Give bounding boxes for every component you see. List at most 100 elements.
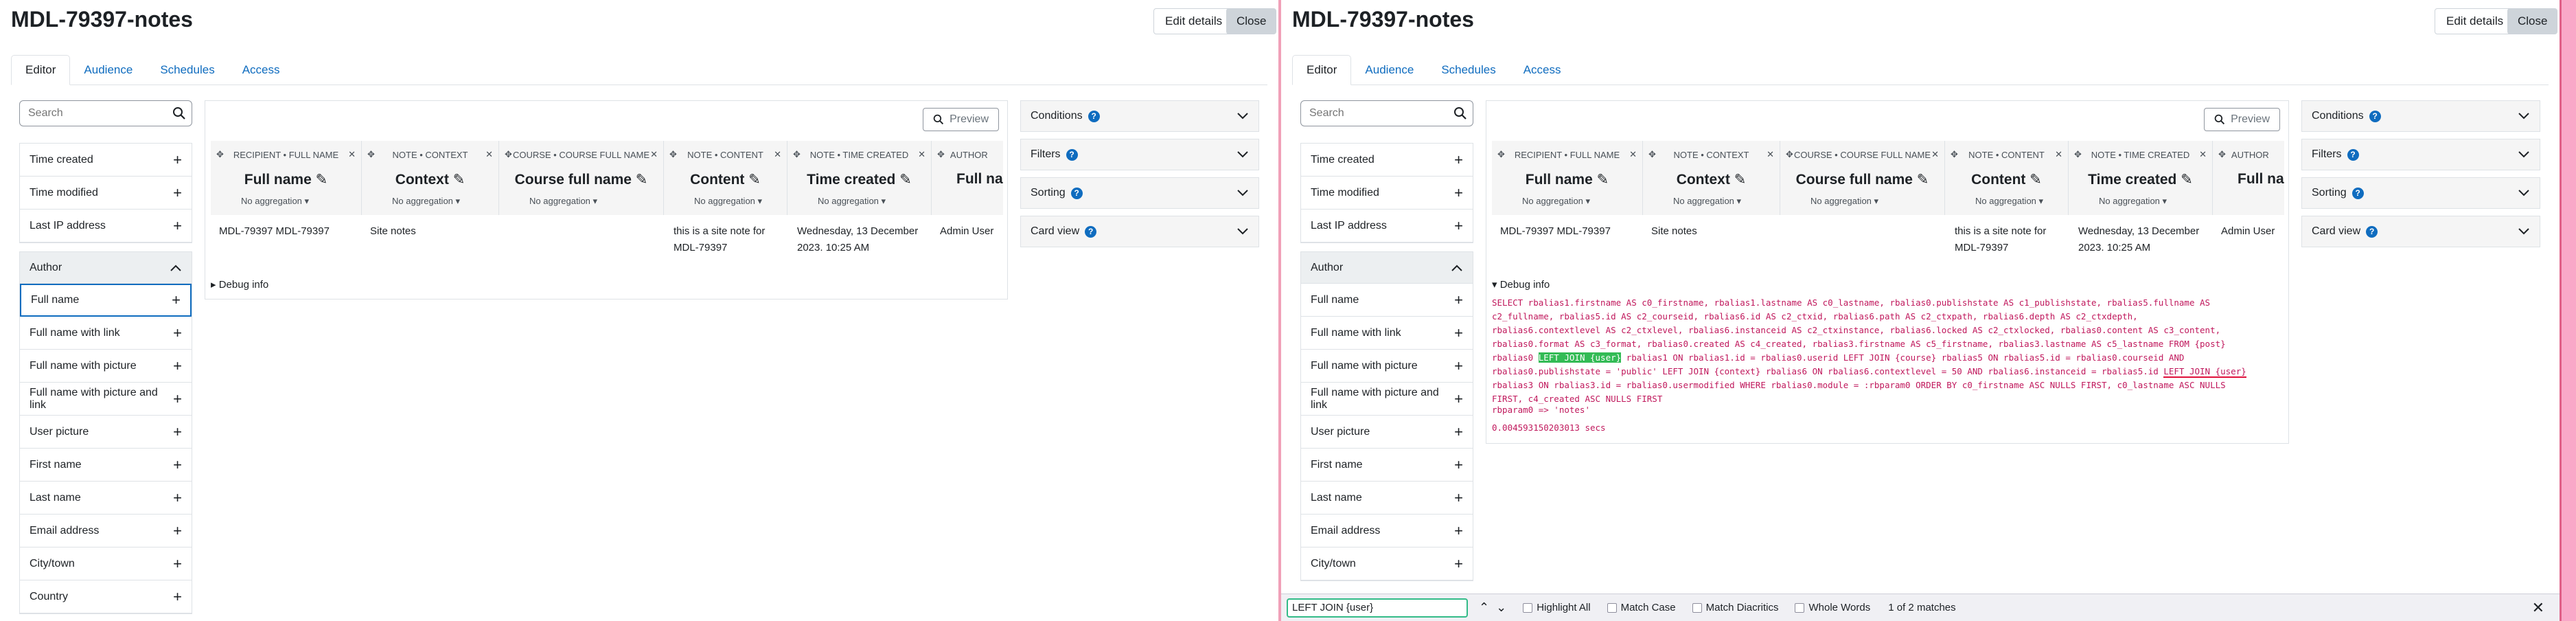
remove-column-icon[interactable]: ✕ [774, 149, 781, 160]
panel-sorting[interactable]: Sorting? [1020, 177, 1259, 209]
plus-icon[interactable]: + [173, 588, 182, 606]
edit-details-button[interactable]: Edit details [1153, 8, 1234, 34]
move-icon[interactable]: ✥ [937, 149, 945, 160]
column-header[interactable]: ✥ NOTE • CONTENT ✕ Content ✎ No aggregatio… [1945, 141, 2069, 215]
edit-details-button[interactable]: Edit details [2435, 8, 2516, 34]
plus-icon[interactable]: + [1454, 324, 1463, 342]
edit-pencil-icon[interactable]: ✎ [316, 172, 328, 188]
column-header[interactable]: ✥ RECIPIENT • FULL NAME ✕ Full name ✎ No a… [1492, 141, 1643, 215]
help-icon[interactable]: ? [1070, 187, 1083, 199]
plus-icon[interactable]: + [173, 456, 182, 474]
aggregation-select[interactable]: No aggregation ▾ [1975, 196, 2043, 207]
help-icon[interactable]: ? [2351, 187, 2364, 199]
tab-schedules[interactable]: Schedules [1427, 55, 1509, 85]
tab-audience[interactable]: Audience [1351, 55, 1427, 85]
aggregation-select[interactable]: No aggregation ▾ [2099, 196, 2167, 207]
field-city[interactable]: City/town + [1301, 547, 1473, 580]
plus-icon[interactable]: + [1454, 390, 1463, 408]
panel-card-view[interactable]: Card view? [2301, 216, 2540, 247]
group-header-author[interactable]: Author [20, 252, 192, 284]
field-full-name-link[interactable]: Full name with link + [20, 317, 192, 350]
find-previous-icon[interactable]: ⌃ [1479, 600, 1489, 615]
field-full-name[interactable]: Full name + [20, 284, 192, 317]
help-icon[interactable]: ? [1088, 110, 1100, 122]
plus-icon[interactable]: + [1454, 217, 1463, 235]
edit-pencil-icon[interactable]: ✎ [2181, 172, 2193, 188]
plus-icon[interactable]: + [173, 522, 182, 540]
plus-icon[interactable]: + [173, 489, 182, 507]
plus-icon[interactable]: + [173, 324, 182, 342]
find-input[interactable] [1287, 598, 1468, 618]
plus-icon[interactable]: + [1454, 357, 1463, 375]
move-icon[interactable]: ✥ [2074, 149, 2082, 160]
edit-pencil-icon[interactable]: ✎ [1597, 172, 1609, 188]
edit-pencil-icon[interactable]: ✎ [1734, 172, 1747, 188]
tab-schedules[interactable]: Schedules [146, 55, 228, 85]
group-header-author[interactable]: Author [1301, 252, 1473, 284]
field-first-name[interactable]: First name + [20, 449, 192, 482]
tab-editor[interactable]: Editor [1292, 55, 1352, 85]
plus-icon[interactable]: + [1454, 151, 1463, 169]
column-header[interactable]: ✥ COURSE • COURSE FULL NAME ✕ Course full … [499, 141, 664, 215]
panel-filters[interactable]: Filters? [2301, 139, 2540, 170]
plus-icon[interactable]: + [1454, 291, 1463, 309]
plus-icon[interactable]: + [1454, 423, 1463, 441]
field-user-picture[interactable]: User picture + [1301, 416, 1473, 449]
column-header[interactable]: ✥ COURSE • COURSE FULL NAME ✕ Course full … [1780, 141, 1945, 215]
match-case-checkbox[interactable]: Match Case [1607, 602, 1676, 613]
remove-column-icon[interactable]: ✕ [2199, 149, 2207, 160]
field-full-name-link[interactable]: Full name with link + [1301, 317, 1473, 350]
move-icon[interactable]: ✥ [1648, 149, 1656, 160]
field-time-created[interactable]: Time created + [20, 144, 192, 177]
tab-access[interactable]: Access [229, 55, 294, 85]
close-button[interactable]: Close [2507, 8, 2558, 34]
field-first-name[interactable]: First name + [1301, 449, 1473, 482]
move-icon[interactable]: ✥ [1497, 149, 1505, 160]
panel-filters[interactable]: Filters? [1020, 139, 1259, 170]
plus-icon[interactable]: + [173, 151, 182, 169]
field-full-name-picture-link[interactable]: Full name with picture and link + [1301, 383, 1473, 416]
remove-column-icon[interactable]: ✕ [485, 149, 493, 160]
field-last-name[interactable]: Last name + [1301, 482, 1473, 515]
match-diacritics-checkbox[interactable]: Match Diacritics [1692, 602, 1778, 613]
field-last-ip[interactable]: Last IP address + [1301, 210, 1473, 242]
plus-icon[interactable]: + [173, 555, 182, 573]
move-icon[interactable]: ✥ [367, 149, 375, 160]
aggregation-select[interactable]: No aggregation ▾ [694, 196, 762, 207]
field-country[interactable]: Country + [20, 580, 192, 613]
aggregation-select[interactable]: No aggregation ▾ [1673, 196, 1741, 207]
edit-pencil-icon[interactable]: ✎ [453, 172, 465, 188]
close-icon[interactable]: ✕ [2532, 599, 2544, 617]
edit-pencil-icon[interactable]: ✎ [2029, 172, 2042, 188]
aggregation-select[interactable]: No aggregation ▾ [529, 196, 597, 207]
field-full-name-picture-link[interactable]: Full name with picture and link + [20, 383, 192, 416]
move-icon[interactable]: ✥ [505, 149, 512, 160]
edit-pencil-icon[interactable]: ✎ [899, 172, 912, 188]
field-last-ip[interactable]: Last IP address + [20, 210, 192, 242]
remove-column-icon[interactable]: ✕ [1767, 149, 1774, 160]
aggregation-select[interactable]: No aggregation ▾ [818, 196, 886, 207]
move-icon[interactable]: ✥ [1951, 149, 1958, 160]
field-city[interactable]: City/town + [20, 547, 192, 580]
plus-icon[interactable]: + [1454, 522, 1463, 540]
search-input[interactable] [20, 101, 192, 126]
field-last-name[interactable]: Last name + [20, 482, 192, 515]
debug-info-toggle[interactable]: ▾ Debug info [1492, 278, 1550, 291]
remove-column-icon[interactable]: ✕ [2055, 149, 2062, 160]
column-header[interactable]: ✥ RECIPIENT • FULL NAME ✕ Full name ✎ No a… [211, 141, 362, 215]
field-email[interactable]: Email address + [1301, 515, 1473, 547]
aggregation-select[interactable]: No aggregation ▾ [241, 196, 309, 207]
help-icon[interactable]: ? [1066, 148, 1078, 161]
field-full-name-picture[interactable]: Full name with picture + [1301, 350, 1473, 383]
column-header[interactable]: ✥ NOTE • CONTENT ✕ Content ✎ No aggregatio… [664, 141, 787, 215]
plus-icon[interactable]: + [173, 357, 182, 375]
remove-column-icon[interactable]: ✕ [1629, 149, 1637, 160]
plus-icon[interactable]: + [1454, 489, 1463, 507]
move-icon[interactable]: ✥ [669, 149, 677, 160]
plus-icon[interactable]: + [173, 184, 182, 202]
help-icon[interactable]: ? [2366, 225, 2378, 238]
preview-button[interactable]: Preview [2204, 108, 2280, 131]
search-input[interactable] [1301, 101, 1473, 126]
panel-card-view[interactable]: Card view? [1020, 216, 1259, 247]
column-header[interactable]: ✥ NOTE • CONTEXT ✕ Context ✎ No aggregatio… [1643, 141, 1780, 215]
